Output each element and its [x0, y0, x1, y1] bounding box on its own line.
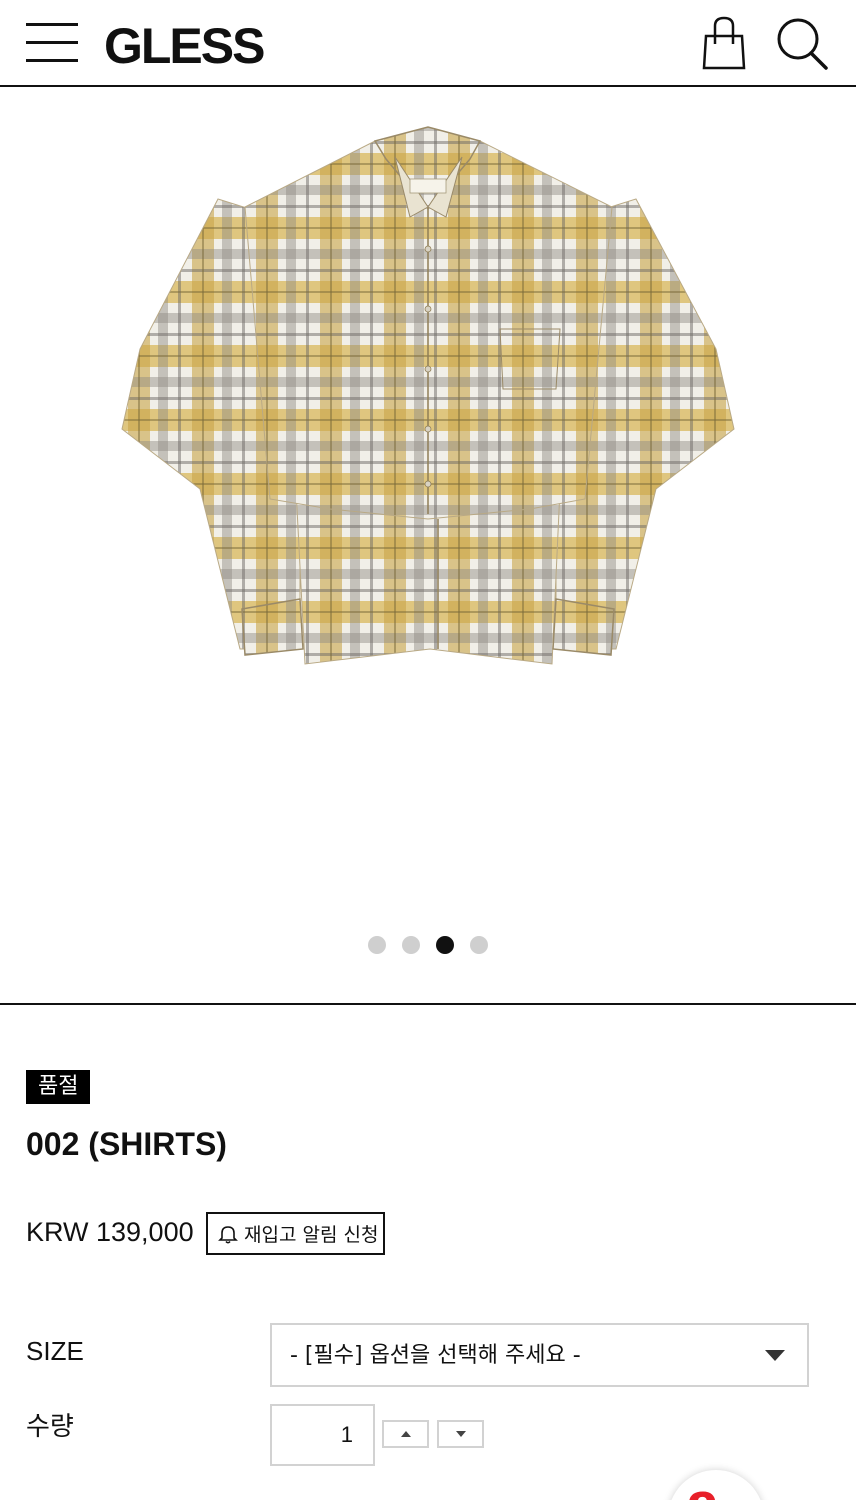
menu-line [26, 23, 78, 26]
section-divider [0, 1003, 856, 1005]
soldout-badge: 품절 [26, 1070, 91, 1104]
menu-line [26, 59, 78, 62]
search-icon[interactable] [774, 14, 830, 72]
slider-dot[interactable] [470, 936, 488, 954]
site-header: GLESS [0, 0, 856, 87]
bell-icon [218, 1225, 238, 1244]
size-select-value: - [필수] 옵션을 선택해 주세요 - [290, 1343, 581, 1368]
product-name: 002 (SHIRTS) [26, 1126, 227, 1162]
hamburger-menu-icon[interactable] [26, 22, 80, 64]
product-price: KRW 139,000 [26, 1217, 194, 1247]
shopping-bag-icon[interactable] [700, 14, 748, 72]
quantity-decrease-button[interactable] [437, 1420, 484, 1448]
slider-dot[interactable] [402, 936, 420, 954]
chevron-down-icon [765, 1350, 785, 1361]
size-label: SIZE [26, 1336, 84, 1366]
size-select[interactable]: - [필수] 옵션을 선택해 주세요 - [270, 1323, 809, 1387]
quantity-label: 수량 [26, 1412, 74, 1442]
site-logo[interactable]: GLESS [104, 18, 265, 74]
restock-label: 재입고 알림 신청 [244, 1224, 379, 1246]
slider-dots [0, 936, 856, 956]
product-image[interactable] [0, 89, 856, 919]
floating-logo-mark: a [686, 1474, 719, 1500]
menu-line [26, 41, 78, 44]
quantity-increase-button[interactable] [382, 1420, 429, 1448]
restock-notify-button[interactable]: 재입고 알림 신청 [206, 1212, 385, 1255]
quantity-input[interactable] [270, 1404, 375, 1466]
slider-dot[interactable] [368, 936, 386, 954]
slider-dot-active[interactable] [436, 936, 454, 954]
floating-chat-button[interactable]: a [668, 1470, 764, 1500]
